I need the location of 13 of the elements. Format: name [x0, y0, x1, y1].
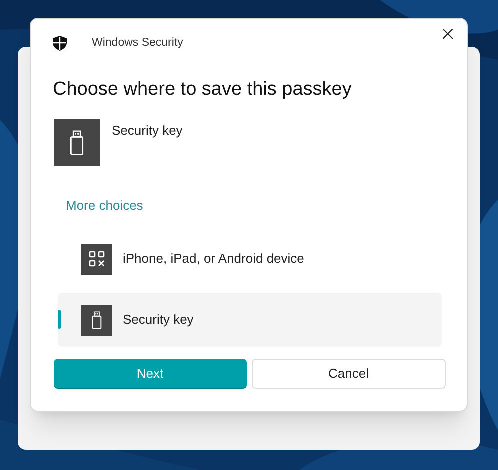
usb-key-icon: [54, 119, 100, 166]
usb-key-icon: [81, 304, 112, 336]
cancel-button[interactable]: Cancel: [252, 359, 446, 389]
shield-icon: [53, 36, 67, 52]
close-icon[interactable]: [443, 29, 453, 39]
current-option-label: Security key: [112, 122, 183, 140]
option-item[interactable]: iPhone, iPad, or Android device: [58, 232, 442, 286]
option-item[interactable]: Security key: [58, 293, 442, 347]
qr-code-icon: [81, 244, 112, 274]
dialog-heading: Choose where to save this passkey: [53, 78, 352, 102]
more-choices-link[interactable]: More choices: [66, 196, 144, 216]
window-title: Windows Security: [92, 36, 184, 51]
selection-indicator: [58, 310, 61, 329]
